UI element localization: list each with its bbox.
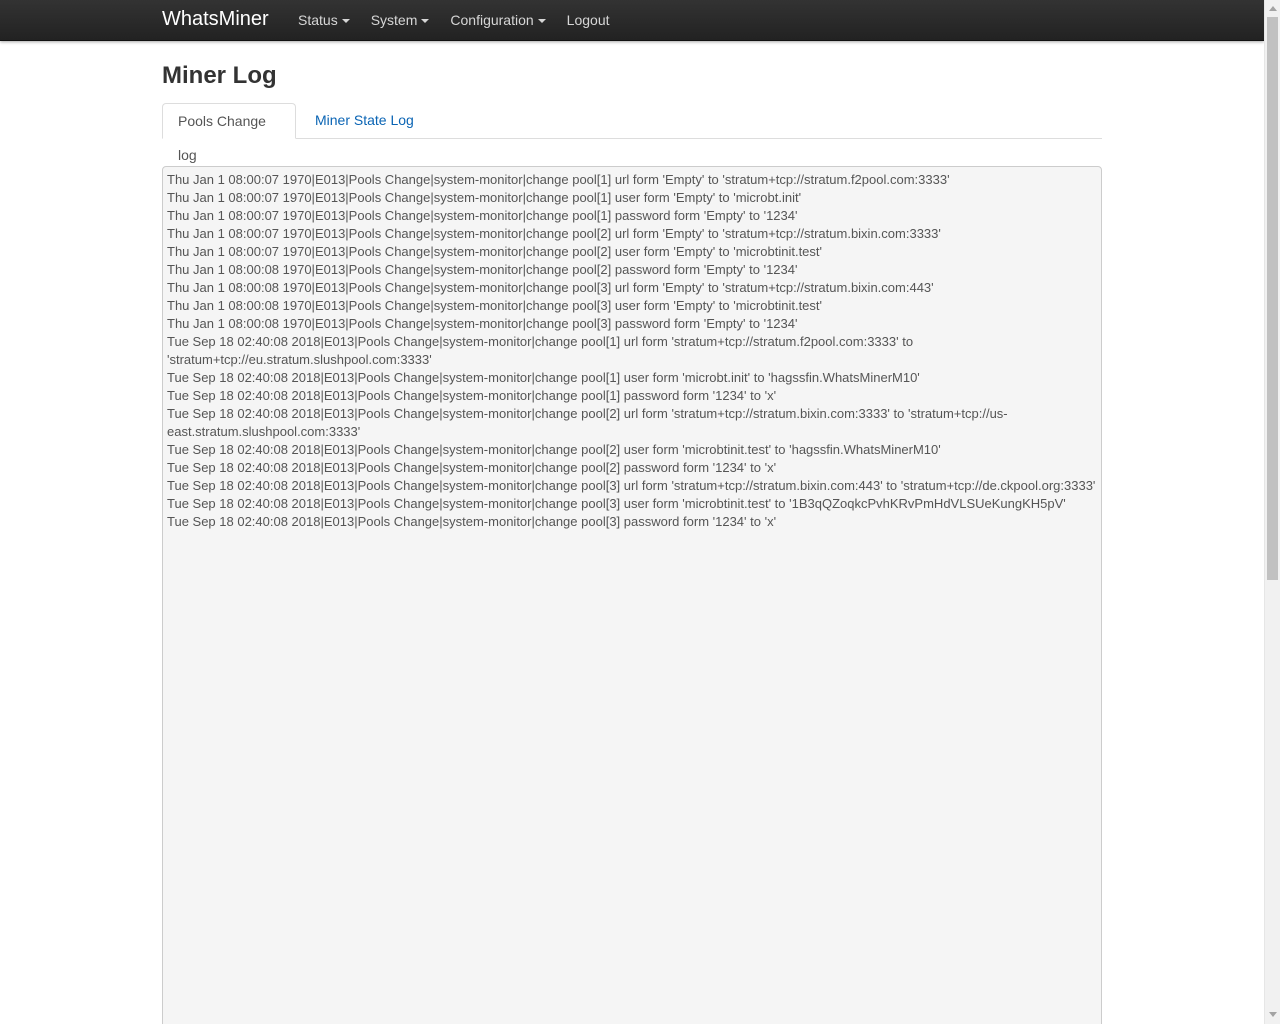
log-line: Tue Sep 18 02:40:08 2018|E013|Pools Chan… [167,370,920,385]
page: WhatsMiner Status System Configuration L… [0,0,1280,1024]
scroll-down-arrow-icon[interactable] [1269,1012,1277,1017]
log-line: Tue Sep 18 02:40:08 2018|E013|Pools Chan… [167,442,941,457]
log-line: Thu Jan 1 08:00:07 1970|E013|Pools Chang… [167,244,823,259]
log-line: Tue Sep 18 02:40:08 2018|E013|Pools Chan… [167,334,914,367]
log-line: Thu Jan 1 08:00:08 1970|E013|Pools Chang… [167,298,823,313]
log-line: Thu Jan 1 08:00:07 1970|E013|Pools Chang… [167,208,798,223]
nav-menu: Status System Configuration Logout [298,0,631,40]
page-title: Miner Log [162,62,277,89]
tab-miner-state-log[interactable]: Miner State Log [300,103,429,138]
log-line: Thu Jan 1 08:00:08 1970|E013|Pools Chang… [167,316,798,331]
log-line: Tue Sep 18 02:40:08 2018|E013|Pools Chan… [167,478,1096,493]
brand-link[interactable]: WhatsMiner [162,6,269,32]
nav-item-system[interactable]: System [371,0,430,40]
scroll-up-arrow-icon[interactable] [1269,6,1277,11]
log-line: Tue Sep 18 02:40:08 2018|E013|Pools Chan… [167,388,777,403]
log-line: Tue Sep 18 02:40:08 2018|E013|Pools Chan… [167,406,1008,439]
nav-item-label: Configuration [450,12,534,28]
caret-down-icon [537,19,546,23]
caret-down-icon [421,19,430,23]
log-line: Thu Jan 1 08:00:07 1970|E013|Pools Chang… [167,226,941,241]
log-line: Tue Sep 18 02:40:08 2018|E013|Pools Chan… [167,514,777,529]
nav-item-configuration[interactable]: Configuration [450,0,546,40]
scrollbar-thumb[interactable] [1267,17,1278,580]
log-line: Thu Jan 1 08:00:08 1970|E013|Pools Chang… [167,280,934,295]
tab-pools-change-log[interactable]: Pools Change log [162,103,296,163]
nav-item-label: System [370,12,418,28]
nav-item-status[interactable]: Status [298,0,350,40]
nav-item-label: Logout [566,12,610,28]
nav-item-logout[interactable]: Logout [567,0,610,40]
caret-down-icon [341,19,350,23]
nav-item-label: Status [298,12,338,28]
log-line: Thu Jan 1 08:00:07 1970|E013|Pools Chang… [167,190,802,205]
top-navbar: WhatsMiner Status System Configuration L… [0,0,1264,41]
log-line: Thu Jan 1 08:00:07 1970|E013|Pools Chang… [167,172,950,187]
log-tabs: Pools Change log Miner State Log [162,103,1102,163]
page-scrollbar[interactable] [1264,0,1280,1024]
log-line: Thu Jan 1 08:00:08 1970|E013|Pools Chang… [167,262,798,277]
log-line: Tue Sep 18 02:40:08 2018|E013|Pools Chan… [167,460,777,475]
log-textarea[interactable]: Thu Jan 1 08:00:07 1970|E013|Pools Chang… [162,166,1102,1024]
log-line: Tue Sep 18 02:40:08 2018|E013|Pools Chan… [167,496,1066,511]
